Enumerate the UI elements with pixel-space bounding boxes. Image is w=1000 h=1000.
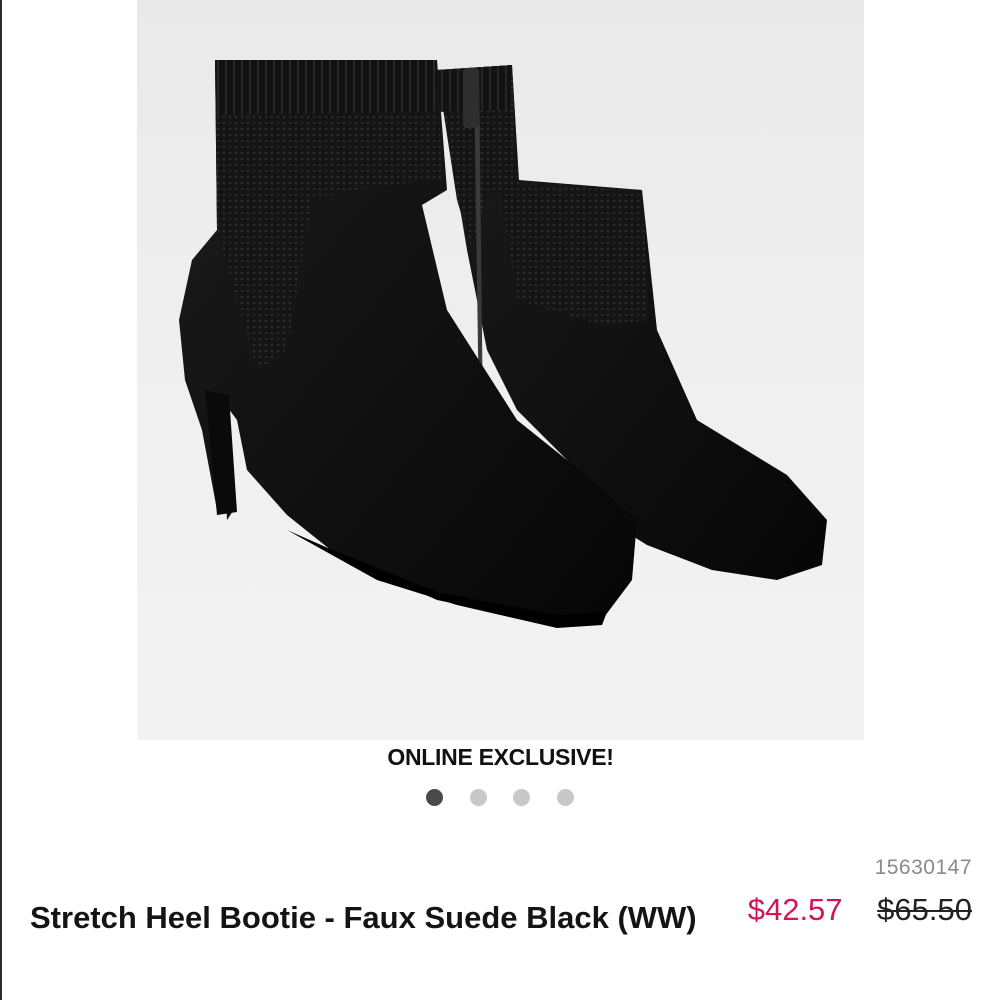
carousel-dot-2[interactable]	[469, 789, 487, 806]
price-block: $42.57 $65.50	[748, 892, 972, 928]
carousel-dot-4[interactable]	[556, 789, 574, 806]
carousel-dot-3[interactable]	[513, 789, 531, 806]
original-price: $65.50	[877, 892, 972, 927]
sale-price: $42.57	[747, 892, 843, 927]
carousel-pagination	[0, 789, 1000, 809]
product-photo[interactable]	[137, 0, 864, 740]
product-title: Stretch Heel Bootie - Faux Suede Black (…	[30, 900, 697, 935]
product-image-gallery[interactable]: ONLINE EXCLUSIVE!	[137, 0, 864, 765]
online-exclusive-badge: ONLINE EXCLUSIVE!	[137, 740, 864, 765]
product-sku: 15630147	[874, 856, 972, 879]
page-edge-divider	[0, 0, 2, 1000]
carousel-dot-1[interactable]	[426, 789, 444, 806]
